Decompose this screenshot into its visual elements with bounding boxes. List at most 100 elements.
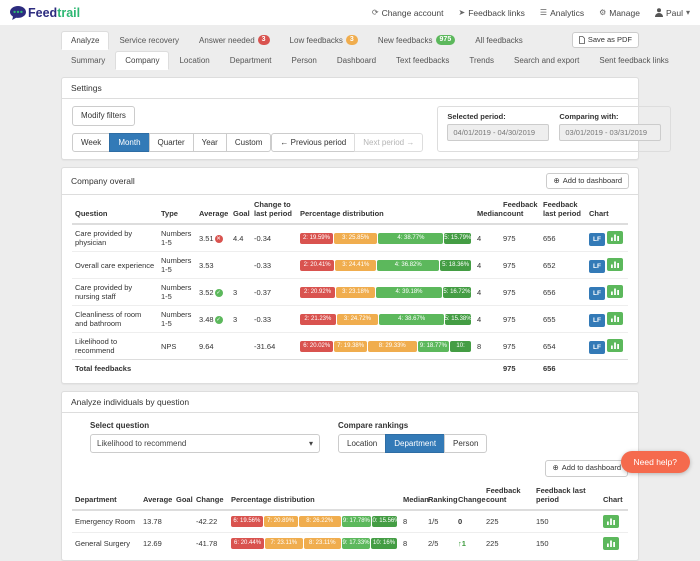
period-month-button[interactable]: Month	[109, 133, 149, 152]
tab-analyze[interactable]: Analyze	[61, 31, 109, 50]
chart-button[interactable]	[607, 258, 623, 271]
user-menu[interactable]: Paul ▾	[655, 8, 690, 18]
nav-manage-label: Manage	[609, 8, 640, 18]
distribution-bar: 2: 20.92% 3: 23.18% 4: 39.18% 5: 16.72%	[300, 287, 471, 298]
selected-period-value[interactable]: 04/01/2019 - 04/30/2019	[447, 124, 549, 141]
lf-button[interactable]: LF	[589, 233, 605, 246]
tab-trends-label: Trends	[469, 56, 494, 65]
dist-segment: 4: 38.67%	[379, 314, 444, 325]
lf-button[interactable]: LF	[589, 287, 605, 300]
logo-chat-bubble-icon	[10, 6, 26, 20]
dist-segment: 6: 20.44%	[231, 538, 264, 549]
average-cell: 13.78	[140, 510, 173, 533]
period-custom-button[interactable]: Custom	[226, 133, 272, 152]
chart-cell: LF	[586, 279, 628, 306]
question-cell: Likelihood to recommend	[72, 333, 158, 360]
nav-analytics[interactable]: ☰ Analytics	[540, 8, 584, 18]
save-as-pdf-label: Save as PDF	[588, 35, 632, 46]
add-to-dashboard-button[interactable]: ⊕ Add to dashboard	[545, 460, 628, 477]
company-overall-panel: Company overall ⊕ Add to dashboard Quest…	[61, 167, 639, 385]
tab-analyze-label: Analyze	[71, 36, 99, 45]
nav-change-account[interactable]: ⟳ Change account	[372, 8, 444, 18]
question-cell: Care provided by physician	[72, 224, 158, 252]
chart-button[interactable]	[607, 312, 623, 325]
average-cell: 3.53	[196, 252, 230, 279]
period-quarter-button[interactable]: Quarter	[149, 133, 194, 152]
goal-cell: 3	[230, 279, 251, 306]
lf-button[interactable]: LF	[589, 341, 605, 354]
compare-rankings-label: Compare rankings	[338, 421, 487, 430]
col-feedback-count: Feedback count	[483, 481, 533, 510]
modify-filters-button[interactable]: Modify filters	[72, 106, 135, 125]
chevron-down-icon: ▾	[309, 439, 313, 448]
col-average: Average	[196, 195, 230, 224]
nav-feedback-links[interactable]: ➤ Feedback links	[458, 8, 524, 18]
compare-person-button[interactable]: Person	[444, 434, 487, 453]
col-distribution: Percentage distribution	[297, 195, 474, 224]
table-row: Overall care experience Numbers 1-5 3.53…	[72, 252, 628, 279]
dist-segment: 9: 18.77%	[418, 341, 449, 352]
comparing-with-value[interactable]: 03/01/2019 - 03/31/2019	[559, 124, 661, 141]
col-median: Median	[474, 195, 500, 224]
goal-met-icon: ✓	[215, 316, 223, 324]
tab-person[interactable]: Person	[282, 51, 327, 70]
top-header: Feedtrail ⟳ Change account ➤ Feedback li…	[0, 0, 700, 25]
compare-location-button[interactable]: Location	[338, 434, 386, 453]
add-to-dashboard-button[interactable]: ⊕ Add to dashboard	[546, 173, 629, 190]
next-period-button[interactable]: Next period →	[354, 133, 423, 152]
tab-summary[interactable]: Summary	[61, 51, 115, 70]
chart-cell: LF	[586, 333, 628, 360]
gear-icon: ⚙	[599, 8, 606, 17]
tab-sent-feedback-links[interactable]: Sent feedback links	[589, 51, 678, 70]
goal-cell	[173, 532, 193, 554]
distribution-cell: 2: 21.23% 3: 24.72% 4: 38.67% 5: 15.38%	[297, 306, 474, 333]
col-chart: Chart	[586, 195, 628, 224]
tab-all-feedbacks[interactable]: All feedbacks	[465, 31, 533, 50]
need-help-button[interactable]: Need help?	[621, 451, 690, 473]
tab-location[interactable]: Location	[169, 51, 219, 70]
col-change: Change	[193, 481, 228, 510]
tab-search-and-export[interactable]: Search and export	[504, 51, 589, 70]
bar-chart-icon	[611, 315, 619, 322]
tab-dashboard[interactable]: Dashboard	[327, 51, 386, 70]
feedback-last-period-cell: 654	[540, 333, 586, 360]
chart-button[interactable]	[603, 515, 619, 528]
low-feedbacks-badge: 3	[346, 35, 358, 45]
logo[interactable]: Feedtrail	[10, 6, 80, 20]
col-median: Median	[400, 481, 425, 510]
settings-title: Settings	[71, 83, 102, 93]
compare-department-button[interactable]: Department	[385, 434, 445, 453]
goal-cell	[173, 510, 193, 533]
median-cell: 4	[474, 306, 500, 333]
chart-button[interactable]	[607, 285, 623, 298]
period-year-button[interactable]: Year	[193, 133, 227, 152]
period-week-button[interactable]: Week	[72, 133, 110, 152]
tab-department[interactable]: Department	[220, 51, 282, 70]
dist-segment: 8: 26.22%	[299, 516, 341, 527]
feedback-count-cell: 225	[483, 532, 533, 554]
tab-low-feedbacks[interactable]: Low feedbacks 3	[280, 30, 368, 50]
tab-new-feedbacks[interactable]: New feedbacks 975	[368, 30, 465, 50]
nav-manage[interactable]: ⚙ Manage	[599, 8, 640, 18]
table-row: Cleanliness of room and bathroom Numbers…	[72, 306, 628, 333]
save-as-pdf-button[interactable]: Save as PDF	[572, 32, 639, 49]
distribution-bar: 2: 19.59% 3: 25.85% 4: 38.77% 5: 15.79%	[300, 233, 471, 244]
dist-segment: 4: 36.82%	[377, 260, 439, 271]
tab-service-recovery[interactable]: Service recovery	[109, 31, 189, 50]
lf-button[interactable]: LF	[589, 314, 605, 327]
distribution-bar: 6: 20.44% 7: 23.11% 8: 23.11% 9: 17.33% …	[231, 538, 397, 549]
chart-button[interactable]	[607, 339, 623, 352]
feedback-count-cell: 975	[500, 306, 540, 333]
median-cell: 4	[474, 279, 500, 306]
col-feedback-last-period: Feedback last period	[533, 481, 600, 510]
tab-trends[interactable]: Trends	[459, 51, 504, 70]
previous-period-button[interactable]: ← Previous period	[271, 133, 355, 152]
lf-button[interactable]: LF	[589, 260, 605, 273]
feedback-last-period-cell: 656	[540, 279, 586, 306]
tab-text-feedbacks[interactable]: Text feedbacks	[386, 51, 459, 70]
tab-company[interactable]: Company	[115, 51, 169, 70]
chart-button[interactable]	[607, 231, 623, 244]
chart-button[interactable]	[603, 537, 619, 550]
tab-answer-needed[interactable]: Answer needed 3	[189, 30, 280, 50]
question-select[interactable]: Likelihood to recommend ▾	[90, 434, 320, 453]
